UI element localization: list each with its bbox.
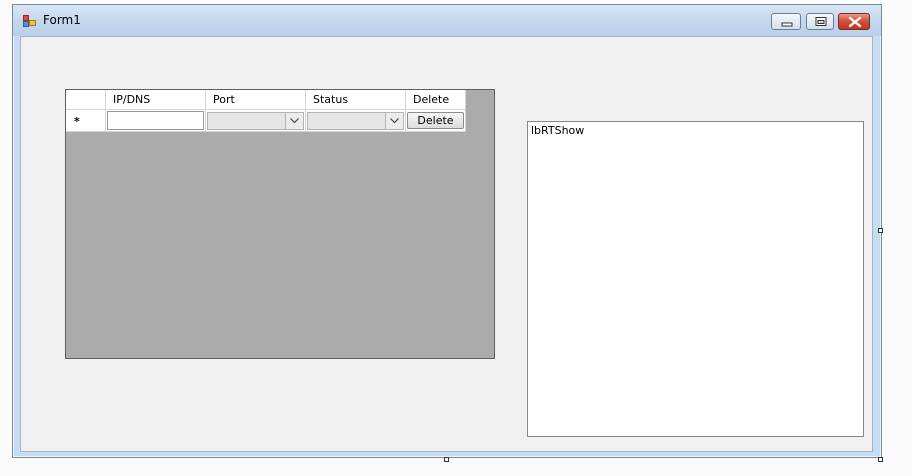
column-header-port[interactable]: Port: [206, 90, 306, 110]
ip-dns-input[interactable]: [107, 111, 204, 130]
port-combobox[interactable]: [207, 112, 304, 130]
grid-header-row: IP/DNS Port Status Delete: [66, 90, 466, 110]
grid-top-left-cell[interactable]: [66, 90, 106, 110]
minimize-button[interactable]: [771, 13, 801, 30]
status-combobox[interactable]: [307, 112, 404, 130]
ip-dns-cell[interactable]: [106, 110, 206, 132]
close-button[interactable]: [838, 13, 870, 30]
listbox-rt-show[interactable]: lbRTShow: [527, 121, 864, 437]
form-window: Form1 IP/DNS Port Status Delete * Delete…: [12, 4, 882, 458]
listbox-name-text: lbRTShow: [531, 124, 585, 137]
delete-button[interactable]: Delete: [407, 112, 464, 129]
resize-grip-corner[interactable]: [878, 457, 883, 462]
resize-grip-right[interactable]: [878, 228, 883, 233]
new-row: * Delete: [66, 110, 466, 132]
resize-grip-bottom[interactable]: [444, 457, 449, 462]
designer-surface: Form1 IP/DNS Port Status Delete * Delete…: [0, 0, 912, 476]
column-header-delete[interactable]: Delete: [406, 90, 466, 110]
chevron-down-icon: [290, 118, 299, 124]
new-row-marker: *: [74, 115, 80, 128]
chevron-down-icon: [390, 118, 399, 124]
minimize-icon: [781, 22, 793, 27]
window-title: Form1: [43, 13, 81, 27]
maximize-icon: [815, 17, 827, 26]
status-cell[interactable]: [306, 110, 406, 132]
port-dropdown-button[interactable]: [285, 113, 303, 129]
delete-cell[interactable]: Delete: [406, 110, 466, 132]
column-header-ip-dns[interactable]: IP/DNS: [106, 90, 206, 110]
data-grid-view[interactable]: IP/DNS Port Status Delete * Delete: [65, 89, 495, 359]
new-row-header[interactable]: *: [66, 110, 106, 132]
form-client-area: IP/DNS Port Status Delete * Delete lbRTS…: [20, 36, 873, 452]
column-header-status[interactable]: Status: [306, 90, 406, 110]
title-bar[interactable]: Form1: [13, 5, 881, 36]
maximize-button[interactable]: [806, 13, 834, 30]
port-cell[interactable]: [206, 110, 306, 132]
close-icon: [848, 16, 862, 28]
status-dropdown-button[interactable]: [385, 113, 403, 129]
form-icon: [23, 15, 37, 27]
